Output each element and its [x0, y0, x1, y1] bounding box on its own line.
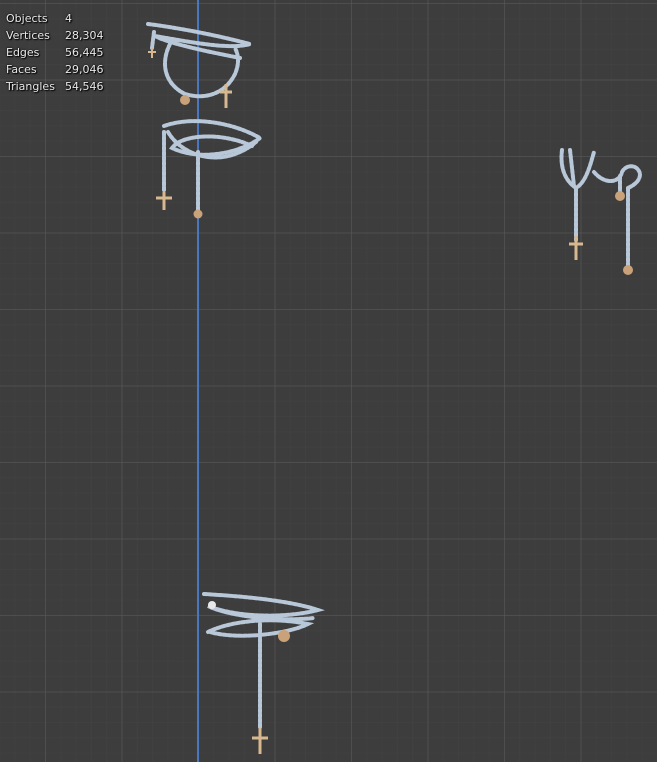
stat-label: Triangles [6, 80, 55, 93]
statistics-overlay: Objects 4 Vertices 28,304 Edges 56,445 F… [6, 10, 104, 95]
rosary-object-2[interactable] [152, 112, 272, 222]
rosary-object-4[interactable] [198, 588, 325, 758]
stat-row-faces: Faces 29,046 [6, 61, 104, 78]
stat-value: 56,445 [65, 46, 104, 59]
stat-label: Objects [6, 12, 48, 25]
stat-row-triangles: Triangles 54,546 [6, 78, 104, 95]
stat-value: 29,046 [65, 63, 104, 76]
rosary-object-1[interactable] [140, 14, 260, 114]
stat-value: 28,304 [65, 29, 104, 42]
stat-row-edges: Edges 56,445 [6, 44, 104, 61]
stat-row-vertices: Vertices 28,304 [6, 27, 104, 44]
stat-label: Faces [6, 63, 37, 76]
3d-viewport[interactable]: Objects 4 Vertices 28,304 Edges 56,445 F… [0, 0, 657, 762]
stat-row-objects: Objects 4 [6, 10, 104, 27]
stat-value: 54,546 [65, 80, 104, 93]
stat-value: 4 [65, 12, 72, 25]
rosary-object-3[interactable] [556, 146, 648, 276]
stat-label: Vertices [6, 29, 50, 42]
stat-label: Edges [6, 46, 40, 59]
